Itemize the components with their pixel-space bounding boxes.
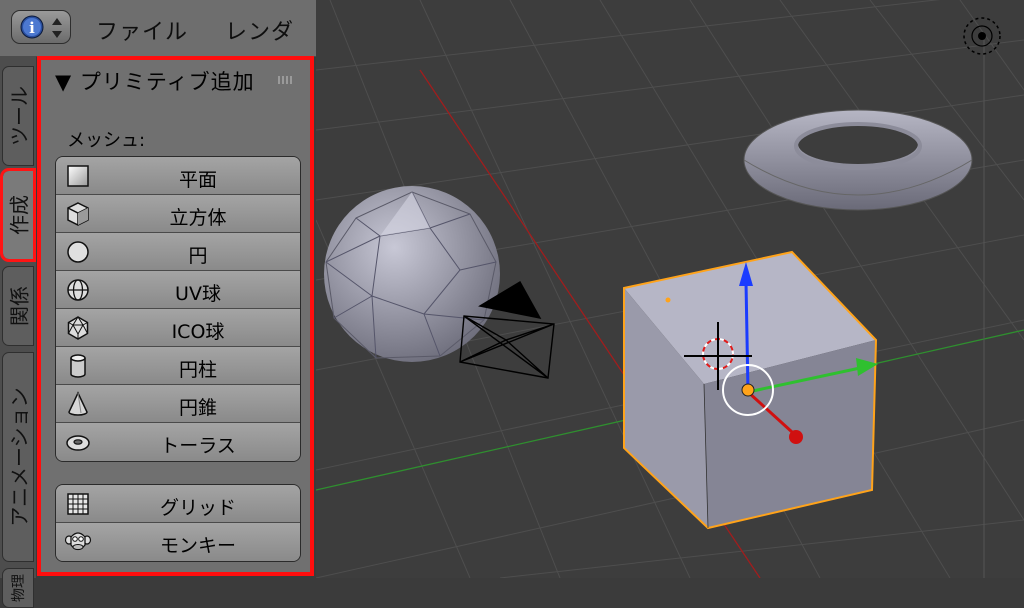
monkey-icon — [64, 532, 92, 551]
button-label: ICO球 — [171, 321, 225, 343]
cone-icon — [68, 391, 88, 416]
header-bar: i ファイル レンダー — [0, 0, 316, 77]
cylinder-icon — [70, 354, 86, 378]
cube-icon — [67, 202, 89, 226]
add-circle-button[interactable]: 円 — [56, 233, 300, 271]
add-monkey-button[interactable]: モンキー — [56, 523, 300, 561]
tool-tabs: ツール 作成 関係 アニメーション 物理 — [0, 56, 36, 608]
add-plane-button[interactable]: 平面 — [56, 157, 300, 195]
menu-file[interactable]: ファイル — [96, 14, 188, 46]
tab-label: 作成 — [7, 195, 32, 235]
info-icon: i — [20, 15, 44, 39]
button-label: トーラス — [160, 435, 236, 457]
tab-label: アニメーション — [7, 387, 32, 527]
tab-create[interactable]: 作成 — [0, 168, 36, 262]
mesh-label: メッシュ: — [67, 130, 146, 151]
tab-relations[interactable]: 関係 — [2, 266, 34, 346]
tab-animation[interactable]: アニメーション — [2, 352, 34, 562]
add-cone-button[interactable]: 円錐 — [56, 385, 300, 423]
add-cylinder-button[interactable]: 円柱 — [56, 347, 300, 385]
extra-button-group: グリッド モンキー — [55, 484, 301, 562]
grid-icon — [67, 493, 89, 515]
tab-label: 物理 — [11, 574, 27, 602]
editor-type-selector[interactable]: i — [11, 10, 71, 44]
circle-icon — [67, 241, 89, 263]
button-label: 平面 — [178, 169, 217, 191]
add-uv-sphere-button[interactable]: UV球 — [56, 271, 300, 309]
tab-tools[interactable]: ツール — [2, 66, 34, 166]
tab-label: 関係 — [7, 286, 32, 326]
tab-physics[interactable]: 物理 — [2, 568, 34, 608]
add-primitive-panel: ▼ プリミティブ追加 メッシュ: 平面 立方体 円 UV球 ICO球 円柱 円錐… — [37, 56, 314, 576]
ico-sphere-object — [324, 186, 500, 362]
3d-viewport[interactable] — [316, 0, 1024, 578]
torus-object — [743, 109, 973, 211]
add-ico-sphere-button[interactable]: ICO球 — [56, 309, 300, 347]
plane-icon — [67, 165, 89, 187]
drag-handle-icon[interactable] — [278, 76, 292, 84]
tab-label: ツール — [7, 86, 32, 146]
button-label: 円柱 — [178, 359, 217, 381]
mesh-button-group: 平面 立方体 円 UV球 ICO球 円柱 円錐 トーラス — [55, 156, 301, 462]
add-torus-button[interactable]: トーラス — [56, 423, 300, 461]
uv-sphere-icon — [67, 279, 89, 301]
button-label: UV球 — [175, 283, 221, 305]
button-label: 立方体 — [169, 207, 227, 229]
button-label: グリッド — [159, 497, 236, 519]
button-label: 円錐 — [178, 397, 217, 419]
svg-text:i: i — [29, 19, 35, 37]
ico-sphere-icon — [67, 316, 89, 340]
torus-icon — [66, 435, 90, 451]
add-grid-button[interactable]: グリッド — [56, 485, 300, 523]
button-label: 円 — [188, 245, 208, 267]
button-label: モンキー — [159, 535, 236, 557]
up-down-arrows-icon — [52, 18, 62, 38]
panel-title[interactable]: ▼ プリミティブ追加 — [55, 66, 255, 96]
add-cube-button[interactable]: 立方体 — [56, 195, 300, 233]
